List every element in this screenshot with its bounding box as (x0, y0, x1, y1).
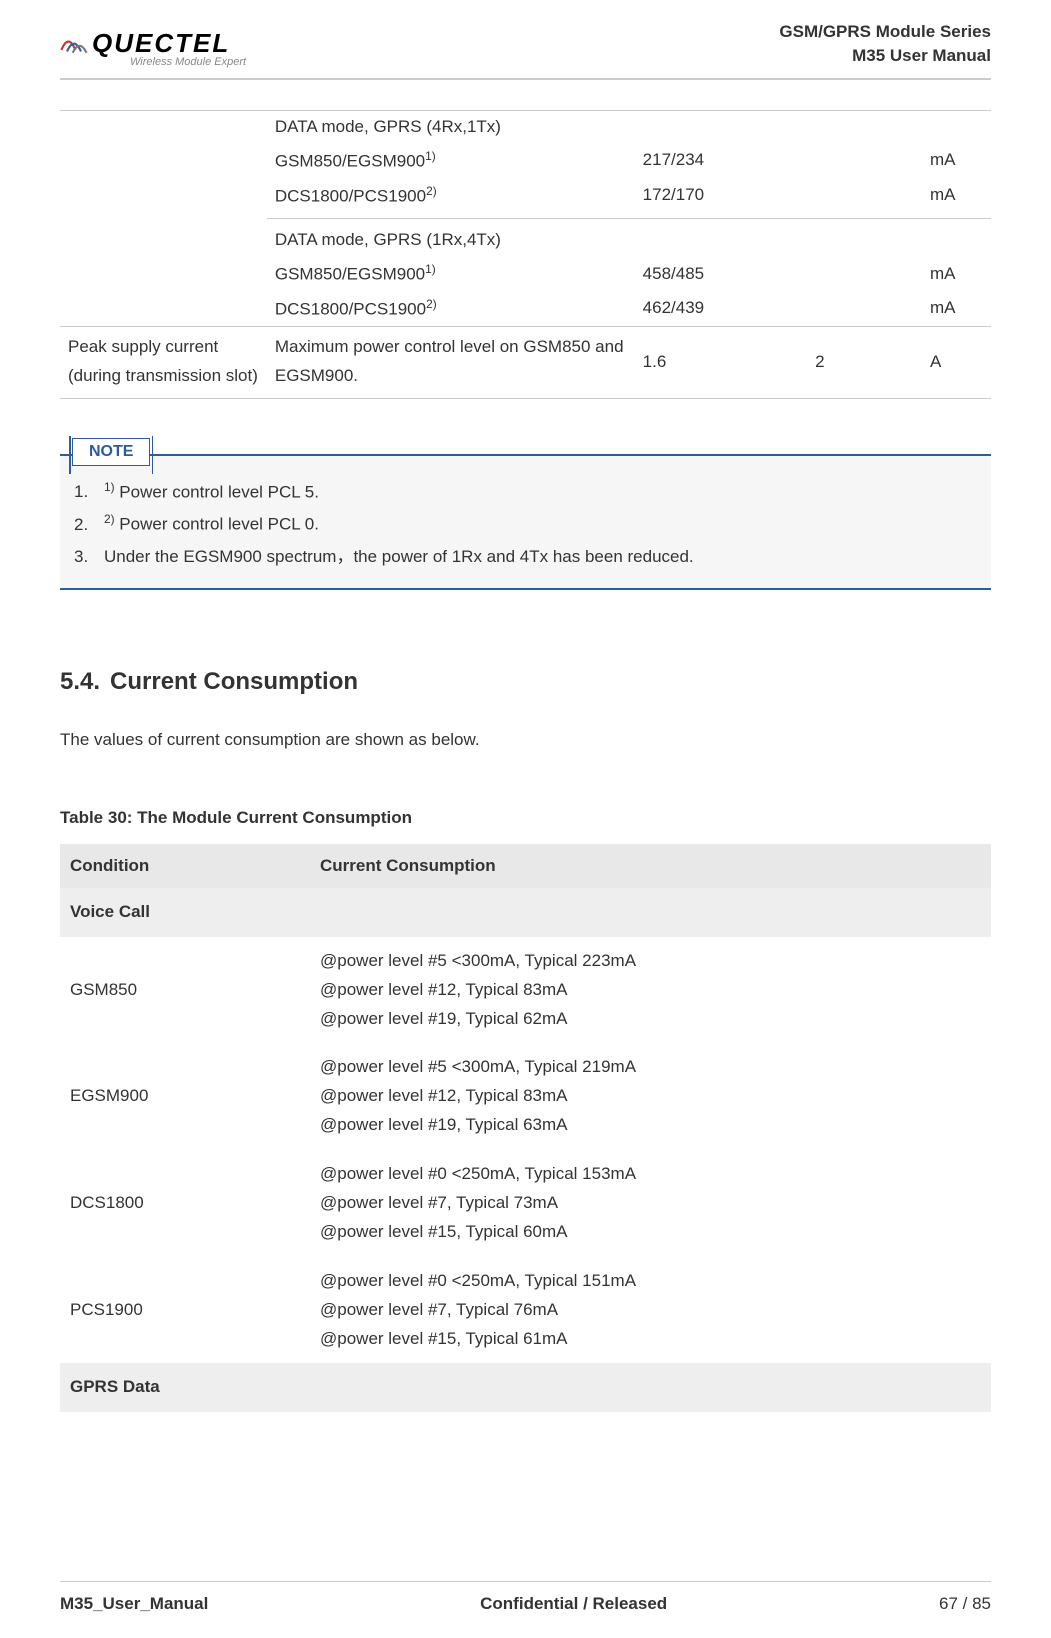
note-box: NOTE 1.1) Power control level PCL 5. 2.2… (60, 454, 991, 590)
cond-dcs1800: DCS1800 (60, 1150, 310, 1257)
peak-desc: Peak supply current (during transmission… (60, 327, 267, 397)
table-row: GSM850/EGSM9001) 458/485 mA (60, 256, 991, 291)
note-item-1: 1.1) Power control level PCL 5. (74, 476, 977, 509)
group2-row2-typ: 462/439 (635, 291, 807, 326)
peak-cond: Maximum power control level on GSM850 an… (267, 327, 635, 397)
group1-row1-typ: 217/234 (635, 143, 807, 178)
group2-row1-label: GSM850/EGSM9001) (267, 256, 635, 291)
header-series: GSM/GPRS Module Series (779, 20, 991, 44)
group1-row2-unit: mA (922, 178, 991, 213)
header-right: GSM/GPRS Module Series M35 User Manual (779, 20, 991, 68)
curr-dcs1800: @power level #0 <250mA, Typical 153mA @p… (310, 1150, 991, 1257)
group2-row2-label: DCS1800/PCS19002) (267, 291, 635, 326)
group1-row1-unit: mA (922, 143, 991, 178)
group2-row1-typ: 458/485 (635, 256, 807, 291)
logo-subtext: Wireless Module Expert (130, 56, 246, 68)
note-label: NOTE (72, 438, 150, 466)
logo-wave-icon (60, 29, 88, 57)
group1-title: DATA mode, GPRS (4Rx,1Tx) (267, 111, 635, 144)
group2-row2-unit: mA (922, 291, 991, 326)
section-number: 5.4. (60, 668, 100, 696)
footer-left: M35_User_Manual (60, 1594, 208, 1614)
curr-pcs1900: @power level #0 <250mA, Typical 151mA @p… (310, 1257, 991, 1364)
header-condition: Condition (60, 844, 310, 888)
group1-row2-label: DCS1800/PCS19002) (267, 178, 635, 213)
cond-pcs1900: PCS1900 (60, 1257, 310, 1364)
group1-row1-label: GSM850/EGSM9001) (267, 143, 635, 178)
table-row-peak: Peak supply current (during transmission… (60, 327, 991, 397)
section-title: Current Consumption (110, 668, 358, 696)
section-body: The values of current consumption are sh… (60, 726, 991, 753)
group2-row1-unit: mA (922, 256, 991, 291)
power-mode-table: DATA mode, GPRS (4Rx,1Tx) GSM850/EGSM900… (60, 110, 991, 399)
curr-gsm850: @power level #5 <300mA, Typical 223mA @p… (310, 937, 991, 1044)
cond-egsm900: EGSM900 (60, 1043, 310, 1150)
table-header-row: Condition Current Consumption (60, 844, 991, 888)
cond-gsm850: GSM850 (60, 937, 310, 1044)
page-footer: M35_User_Manual Confidential / Released … (60, 1581, 991, 1614)
note-item-2: 2.2) Power control level PCL 0. (74, 508, 977, 541)
table-row: DCS1800/PCS19002) 172/170 mA (60, 178, 991, 213)
peak-unit: A (922, 327, 991, 397)
table-row: PCS1900 @power level #0 <250mA, Typical … (60, 1257, 991, 1364)
table-row: DATA mode, GPRS (4Rx,1Tx) (60, 111, 991, 144)
note-body: 1.1) Power control level PCL 5. 2.2) Pow… (60, 454, 991, 590)
section-heading: 5.4. Current Consumption (60, 668, 991, 696)
table-row: GSM850 @power level #5 <300mA, Typical 2… (60, 937, 991, 1044)
note-item-3: 3.Under the EGSM900 spectrum，the power o… (74, 541, 977, 573)
current-consumption-table: Condition Current Consumption Voice Call… (60, 844, 991, 1412)
table-row: GSM850/EGSM9001) 217/234 mA (60, 143, 991, 178)
peak-max: 2 (807, 327, 922, 397)
table-row: DCS1800 @power level #0 <250mA, Typical … (60, 1150, 991, 1257)
curr-egsm900: @power level #5 <300mA, Typical 219mA @p… (310, 1043, 991, 1150)
table-row: DATA mode, GPRS (1Rx,4Tx) (60, 224, 991, 256)
voice-call-label: Voice Call (60, 888, 991, 937)
header-manual: M35 User Manual (779, 44, 991, 68)
gprs-data-row: GPRS Data (60, 1363, 991, 1412)
footer-page-number: 67 / 85 (939, 1594, 991, 1614)
group1-row2-typ: 172/170 (635, 178, 807, 213)
table-row: DCS1800/PCS19002) 462/439 mA (60, 291, 991, 326)
page-header: QUECTEL Wireless Module Expert GSM/GPRS … (60, 20, 991, 80)
gprs-data-label: GPRS Data (60, 1363, 991, 1412)
table30-caption: Table 30: The Module Current Consumption (60, 808, 991, 828)
footer-mid: Confidential / Released (480, 1594, 667, 1614)
header-current: Current Consumption (310, 844, 991, 888)
logo-block: QUECTEL Wireless Module Expert (60, 28, 246, 68)
table-row: EGSM900 @power level #5 <300mA, Typical … (60, 1043, 991, 1150)
group2-title: DATA mode, GPRS (1Rx,4Tx) (267, 224, 635, 256)
logo-main: QUECTEL (60, 28, 246, 59)
peak-typ: 1.6 (635, 327, 807, 397)
logo-text: QUECTEL (92, 28, 230, 59)
voice-call-row: Voice Call (60, 888, 991, 937)
